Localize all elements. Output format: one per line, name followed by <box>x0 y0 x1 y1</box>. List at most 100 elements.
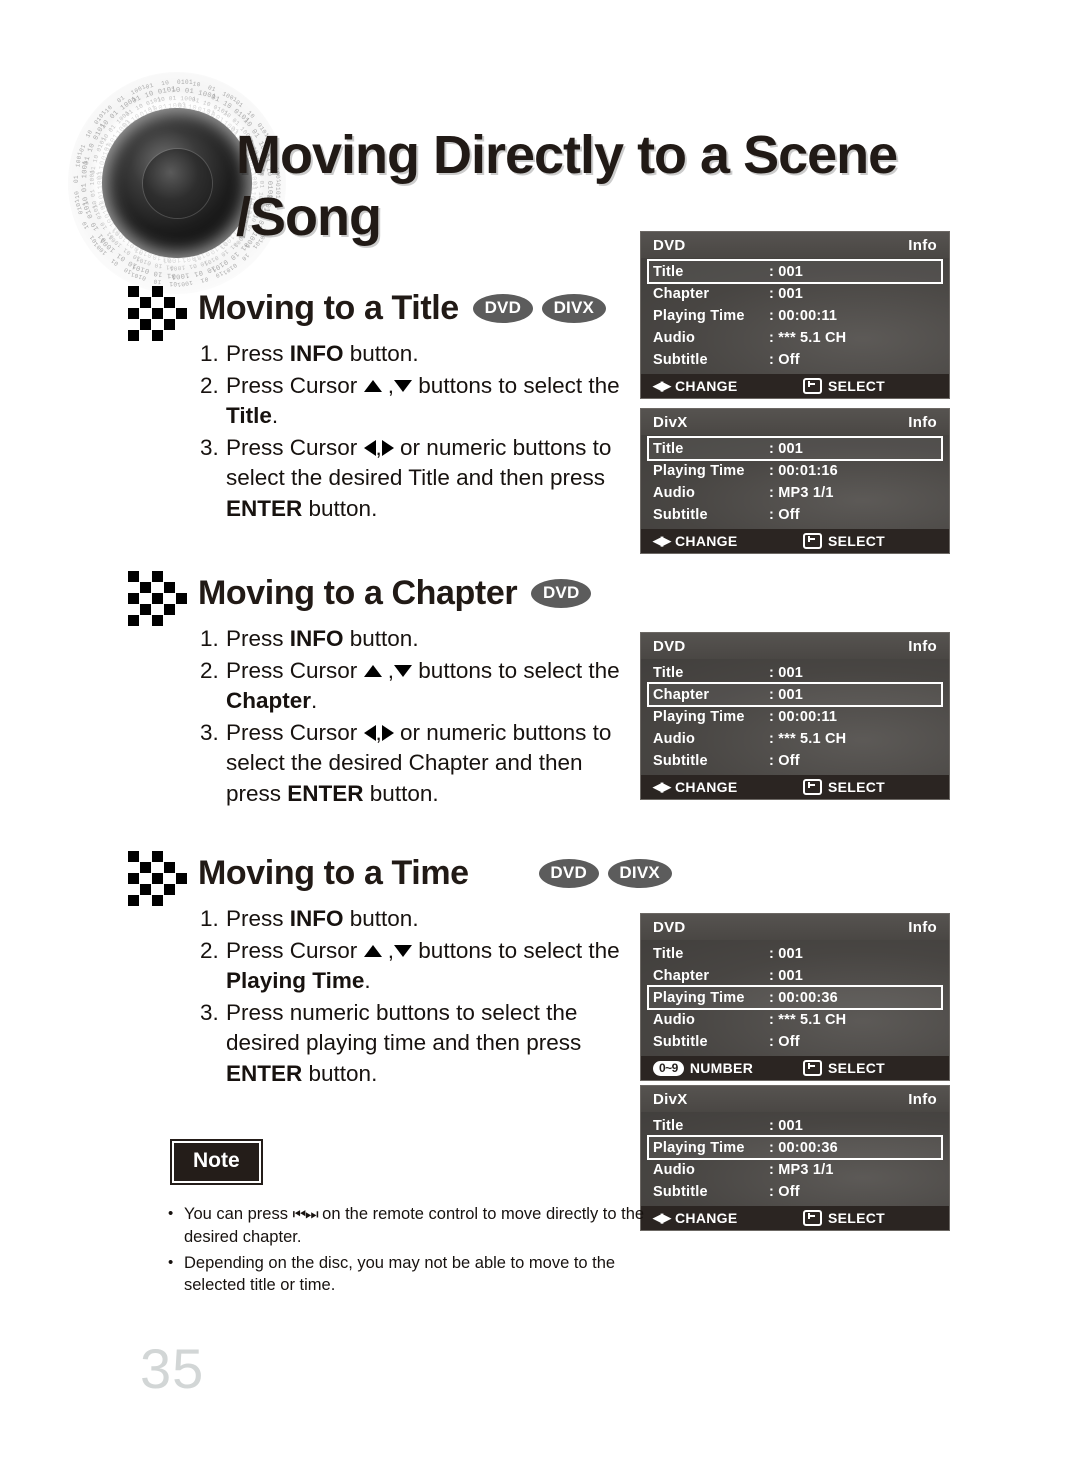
step-text: Press INFO button. <box>226 906 419 931</box>
emphasis-text: ENTER <box>287 780 364 806</box>
osd-footer-right-hint[interactable]: SELECT <box>803 779 885 795</box>
osd-row-subtitle[interactable]: Subtitle : Off <box>649 1181 941 1202</box>
bullet-icon: • <box>168 1254 174 1271</box>
step-text: Press INFO button. <box>226 341 419 366</box>
osd-row-audio[interactable]: Audio: *** 5.1 CH <box>649 728 941 749</box>
osd-footer-left-hint[interactable]: ◀▶ CHANGE <box>653 378 803 394</box>
osd-row-subtitle[interactable]: Subtitle: Off <box>649 349 941 370</box>
osd-row-key: Subtitle <box>653 1183 708 1200</box>
osd-row-key: Playing Time <box>653 989 745 1006</box>
osd-footer-left-hint[interactable]: ◀▶ CHANGE <box>653 533 803 549</box>
section-heading-row: Moving to a Chapter DVD <box>0 568 640 626</box>
osd-row-title[interactable]: Title: 001 <box>649 261 941 282</box>
arrow-up-icon <box>363 664 382 677</box>
emphasis-text: ENTER <box>226 495 303 521</box>
step-number: 1. <box>200 906 219 931</box>
speaker-dustcap <box>159 165 195 201</box>
step-text: Press Cursor , buttons to select the Tit… <box>226 372 620 429</box>
disc-type-badges: DVD DIVX <box>472 293 606 323</box>
osd-footer: ◀▶ CHANGE SELECT <box>641 374 949 398</box>
osd-footer-left-hint[interactable]: 0~9 NUMBER <box>653 1060 803 1076</box>
osd-row-subtitle[interactable]: Subtitle: Off <box>649 504 941 525</box>
skip-prev-next-icon: ⏮⏭ <box>292 1206 319 1223</box>
osd-rows: Title: 001 Playing Time: 00:01:16 Audio: M… <box>641 435 949 529</box>
osd-row-value: : Off <box>769 1183 800 1200</box>
left-right-arrows-icon: ◀▶ <box>653 533 671 548</box>
osd-rows: Title: 001 Chapter: 001 Playing Time: 00:0… <box>641 659 949 775</box>
step-number: 3. <box>200 719 219 745</box>
osd-footer-right-label: SELECT <box>828 1210 886 1226</box>
osd-row-title[interactable]: Title: 001 <box>649 943 941 964</box>
osd-row-playing-time[interactable]: Playing Time: 00:00:36 <box>649 1137 941 1158</box>
speaker-cone-icon <box>102 108 252 258</box>
osd-row-key: Title <box>653 945 684 962</box>
osd-row-key: Chapter <box>653 967 710 984</box>
osd-row-subtitle[interactable]: Subtitle: Off <box>649 1031 941 1052</box>
section-time: Moving to a Time DVD DIVX 1. Press INFO butt… <box>0 848 672 1090</box>
step-number: 1. <box>200 341 219 366</box>
left-right-arrows-icon: ◀▶ <box>653 779 671 794</box>
osd-footer-left-hint[interactable]: ◀▶ CHANGE <box>653 779 803 795</box>
osd-row-audio[interactable]: Audio: MP3 1/1 <box>649 482 941 503</box>
osd-header: DVD Info <box>641 914 949 940</box>
osd-row-chapter[interactable]: Chapter: 001 <box>649 283 941 304</box>
osd-row-value: : 001 <box>769 664 804 681</box>
step-number: 1. <box>200 626 219 651</box>
osd-row-chapter[interactable]: Chapter: 001 <box>649 684 941 705</box>
instruction-step: 1. Press INFO button. <box>200 904 630 935</box>
osd-footer-right-hint[interactable]: SELECT <box>803 1210 885 1226</box>
osd-row-key: Audio <box>653 730 696 747</box>
osd-row-audio[interactable]: Audio: *** 5.1 CH <box>649 1009 941 1030</box>
osd-row-key: Title <box>653 263 684 280</box>
step-text: Press Cursor , buttons to select the Pla… <box>226 937 620 994</box>
arrow-down-icon <box>394 379 413 392</box>
instruction-step: 1. Press INFO button. <box>200 624 630 655</box>
osd-footer-left-hint[interactable]: ◀▶ CHANGE <box>653 1210 803 1226</box>
osd-footer-right-hint[interactable]: SELECT <box>803 533 885 549</box>
instruction-steps: 1. Press INFO button. 2. Press Cursor , but… <box>200 904 630 1089</box>
instruction-step: 3. Press Cursor , or numeric buttons to s… <box>200 718 630 810</box>
osd-header: DVD Info <box>641 633 949 659</box>
osd-row-playing-time[interactable]: Playing Time: 00:00:11 <box>649 706 941 727</box>
note-item-text: Depending on the disc, you may not be ab… <box>184 1254 616 1294</box>
osd-info-label: Info <box>908 637 937 655</box>
osd-disc-type: DivX <box>653 413 688 431</box>
osd-row-key: Playing Time <box>653 1139 745 1156</box>
osd-row-audio[interactable]: Audio: MP3 1/1 <box>649 1159 941 1180</box>
osd-rows: Title: 001 Chapter: 001 Playing Time: 00:0… <box>641 258 949 374</box>
osd-row-key: Subtitle <box>653 752 708 769</box>
osd-footer-right-hint[interactable]: SELECT <box>803 378 885 394</box>
osd-footer-left-label: CHANGE <box>675 1210 738 1226</box>
badge-dvd: DVD <box>531 578 592 608</box>
osd-row-audio[interactable]: Audio: *** 5.1 CH <box>649 327 941 348</box>
arrow-up-icon <box>363 379 382 392</box>
left-right-arrows-icon: ◀▶ <box>653 378 671 393</box>
osd-row-key: Title <box>653 1117 684 1134</box>
osd-panel-divx-time: DivX Info Title: 001 Playing Time: 00:00:36… <box>641 1086 949 1230</box>
osd-row-key: Audio <box>653 484 696 501</box>
osd-row-title[interactable]: Title: 001 <box>649 662 941 683</box>
osd-row-title[interactable]: Title: 001 <box>649 1115 941 1136</box>
instruction-step: 3. Press Cursor , or numeric buttons to s… <box>200 433 630 525</box>
osd-row-value: : Off <box>769 506 800 523</box>
osd-row-value: : *** 5.1 CH <box>769 1011 847 1028</box>
instruction-steps: 1. Press INFO button. 2. Press Cursor , but… <box>200 624 630 809</box>
osd-footer: 0~9 NUMBER SELECT <box>641 1056 949 1080</box>
step-text: Press INFO button. <box>226 626 419 651</box>
osd-row-chapter[interactable]: Chapter: 001 <box>649 965 941 986</box>
osd-row-key: Audio <box>653 1161 696 1178</box>
osd-footer-right-hint[interactable]: SELECT <box>803 1060 885 1076</box>
bullet-icon: • <box>168 1205 174 1222</box>
osd-row-playing-time[interactable]: Playing Time: 00:00:11 <box>649 305 941 326</box>
osd-row-subtitle[interactable]: Subtitle: Off <box>649 750 941 771</box>
osd-footer-left-label: CHANGE <box>675 779 738 795</box>
step-text: Press numeric buttons to select the desi… <box>226 999 582 1086</box>
emphasis-text: Title <box>226 403 272 428</box>
enter-key-icon <box>803 1060 822 1076</box>
emphasis-text: INFO <box>289 906 344 931</box>
osd-row-title[interactable]: Title: 001 <box>649 438 941 459</box>
osd-row-playing-time[interactable]: Playing Time: 00:01:16 <box>649 460 941 481</box>
section-title: Moving to a Title <box>198 288 459 327</box>
osd-header: DivX Info <box>641 1086 949 1112</box>
osd-row-playing-time[interactable]: Playing Time: 00:00:36 <box>649 987 941 1008</box>
